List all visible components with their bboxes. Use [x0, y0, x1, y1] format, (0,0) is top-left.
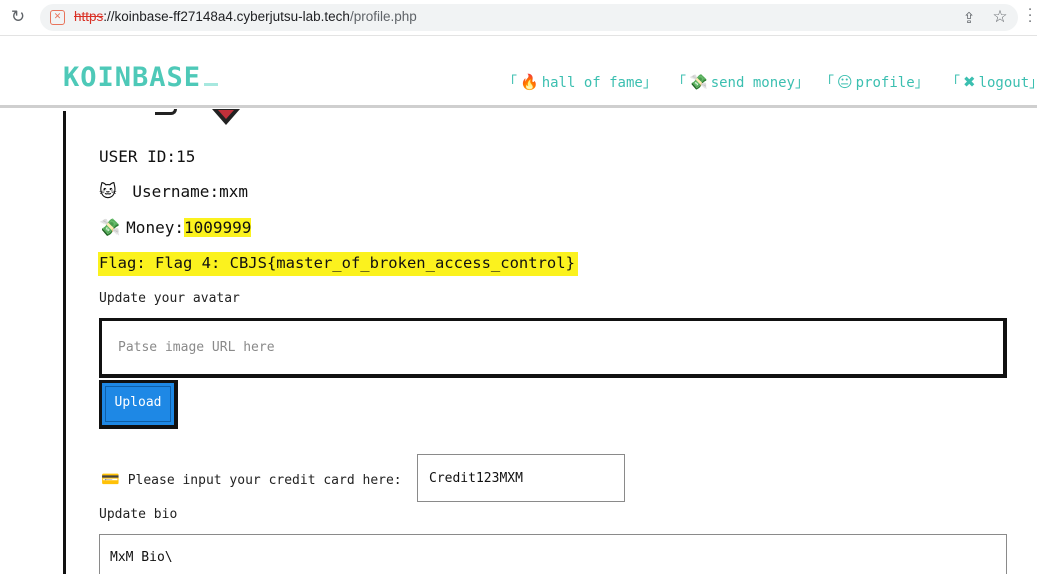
heart-inner [218, 110, 234, 119]
star-icon[interactable]: ☆ [991, 8, 1009, 26]
avatar-image [150, 109, 250, 131]
avatar-stroke [155, 109, 177, 115]
avatar-label: Update your avatar [99, 291, 240, 306]
nav-send-money[interactable]: 「💸 send money」 [672, 72, 809, 92]
bracket-open: 「 [820, 75, 834, 91]
nav-hall-of-fame[interactable]: 「🔥 hall of fame」 [503, 72, 657, 92]
url-path: /profile.php [349, 9, 417, 24]
nav-label: logout [978, 75, 1030, 91]
share-icon[interactable]: ⇪ [960, 9, 978, 27]
user-id-row: USER ID:15 [99, 147, 195, 166]
logo-cursor [204, 83, 219, 86]
upload-button-inner [105, 386, 171, 422]
content-left-border [63, 111, 66, 574]
upload-button[interactable]: Upload [99, 380, 178, 429]
username-row: 🐱 Username:mxm [99, 182, 248, 202]
money-row: 💸 Money:1009999 [99, 218, 252, 238]
url-text[interactable]: https://koinbase-ff27148a4.cyberjutsu-la… [74, 9, 417, 24]
address-bar[interactable]: ✕ https://koinbase-ff27148a4.cyberjutsu-… [40, 4, 1018, 31]
money-icon: 💸 [689, 73, 708, 91]
nav-profile[interactable]: 「😐 profile」 [820, 72, 929, 92]
logo-text: KOINBASE [63, 62, 202, 93]
credit-card-label: 💳 Please input your credit card here: [101, 470, 402, 488]
bio-label: Update bio [99, 507, 178, 522]
not-secure-icon[interactable]: ✕ [50, 10, 65, 25]
reload-icon[interactable]: ↻ [8, 7, 28, 27]
nav-label: hall of fame [541, 75, 643, 91]
bracket-open: 「 [946, 75, 960, 91]
user-id-value: 15 [176, 147, 196, 166]
fire-icon: 🔥 [520, 73, 539, 91]
credit-card-icon: 💳 [101, 470, 120, 488]
credit-card-input[interactable] [417, 454, 625, 502]
neutral-face-icon: 😐 [837, 73, 853, 91]
avatar-url-input[interactable] [99, 318, 1007, 378]
bracket-close: 」 [1029, 75, 1037, 91]
url-scheme: https [74, 9, 104, 24]
flag-text: Flag: Flag 4: CBJS{master_of_broken_acce… [98, 252, 578, 276]
cat-face-icon: 🐱 [99, 182, 117, 202]
nav-logout[interactable]: 「✖logout」 [946, 72, 1037, 92]
bracket-close: 」 [642, 75, 657, 91]
user-id-label: USER ID: [99, 147, 177, 166]
site-logo[interactable]: KOINBASE [63, 62, 219, 93]
money-label: Money: [126, 218, 184, 237]
bracket-open: 「 [503, 75, 517, 91]
url-host: ://koinbase-ff27148a4.cyberjutsu-lab.tec… [103, 9, 350, 24]
more-menu-icon[interactable]: · · · [1028, 4, 1036, 29]
browser-toolbar: ↻ ✕ https://koinbase-ff27148a4.cyberjuts… [0, 0, 1037, 36]
username-value: mxm [219, 182, 248, 201]
money-value: 1009999 [183, 218, 252, 237]
bracket-close: 」 [794, 75, 809, 91]
bracket-open: 「 [672, 75, 686, 91]
credit-card-label-text: Please input your credit card here: [127, 473, 402, 488]
bio-textarea[interactable]: MxM Bio\ [99, 534, 1007, 574]
site-header: KOINBASE 「🔥 hall of fame」 「💸 send money」 「… [0, 36, 1037, 108]
nav-label: profile [855, 75, 915, 91]
username-label: Username: [132, 182, 220, 201]
bracket-close: 」 [914, 75, 929, 91]
money-icon: 💸 [99, 218, 121, 238]
close-icon: ✖ [963, 73, 976, 91]
nav-label: send money [710, 75, 795, 91]
